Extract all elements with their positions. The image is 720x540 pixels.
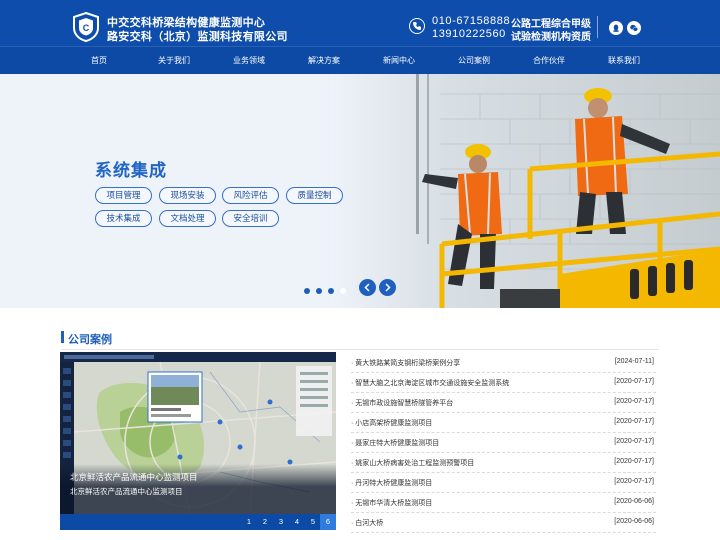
case-list-item-title: · 丹河特大桥健康监测项目 bbox=[351, 480, 433, 487]
header-divider bbox=[597, 16, 598, 38]
main-nav: 首页 关于我们 业务领域 解决方案 新闻中心 公司案例 合作伙伴 联系我们 bbox=[0, 46, 720, 74]
phone-number-mobile[interactable]: 13910222560 bbox=[432, 28, 506, 40]
case-list-item-date: [2020-06-06] bbox=[614, 498, 654, 505]
case-list-item-date: [2020-07-17] bbox=[614, 458, 654, 465]
case-page-1[interactable]: 1 bbox=[241, 514, 257, 530]
case-page-2[interactable]: 2 bbox=[257, 514, 273, 530]
case-list-item[interactable]: · 白河大桥 [2020-06-06] bbox=[351, 513, 656, 533]
nav-about[interactable]: 关于我们 bbox=[158, 55, 190, 66]
case-list-item-title: · 姚家山大桥病害处治工程监测预警项目 bbox=[351, 460, 475, 467]
hero-banner: 系统集成 项目管理 现场安装 风险评估 质量控制 技术集成 文档处理 安全培训 bbox=[0, 74, 720, 308]
case-list-item-title: · 聂家庄特大桥健康监测项目 bbox=[351, 440, 440, 447]
case-page-5[interactable]: 5 bbox=[305, 514, 321, 530]
workers-on-lift-image bbox=[330, 74, 720, 308]
case-list-item[interactable]: · 聂家庄特大桥健康监测项目 [2020-07-17] bbox=[351, 433, 656, 453]
case-page-6[interactable]: 6 bbox=[320, 514, 336, 530]
tag-safety-training[interactable]: 安全培训 bbox=[222, 210, 279, 227]
case-list-item[interactable]: · 无锡市政设施智慧桥隧管养平台 [2020-07-17] bbox=[351, 393, 656, 413]
case-list-item-date: [2020-07-17] bbox=[614, 398, 654, 405]
featured-case-title[interactable]: 北京鲜活农产品流通中心监测项目 bbox=[70, 471, 198, 483]
case-list-item[interactable]: · 智慧大脑之北京海淀区城市交通设施安全监测系统 [2020-07-17] bbox=[351, 373, 656, 393]
chevron-left-icon bbox=[364, 283, 370, 292]
case-list-item-date: [2020-07-17] bbox=[614, 418, 654, 425]
section-accent-bar bbox=[61, 331, 64, 343]
tag-project-management[interactable]: 项目管理 bbox=[95, 187, 152, 204]
tag-quality-control[interactable]: 质量控制 bbox=[286, 187, 343, 204]
case-pager: 1 2 3 4 5 6 bbox=[60, 514, 336, 530]
nav-news[interactable]: 新闻中心 bbox=[383, 55, 415, 66]
org-name-secondary: 路安交科（北京）监测科技有限公司 bbox=[107, 31, 288, 43]
qualification-line2: 试验检测机构资质 bbox=[511, 32, 591, 43]
case-list-item-date: [2024-07-11] bbox=[614, 358, 654, 365]
prev-slide-button[interactable] bbox=[359, 279, 376, 296]
case-page-3[interactable]: 3 bbox=[273, 514, 289, 530]
case-list-item[interactable]: · 姚家山大桥病害处治工程监测预警项目 [2020-07-17] bbox=[351, 453, 656, 473]
banner-title: 系统集成 bbox=[95, 161, 167, 180]
nav-partners[interactable]: 合作伙伴 bbox=[533, 55, 565, 66]
wechat-icon[interactable] bbox=[627, 21, 641, 35]
tag-document-processing[interactable]: 文档处理 bbox=[159, 210, 216, 227]
next-slide-button[interactable] bbox=[379, 279, 396, 296]
section-title-cases: 公司案例 bbox=[68, 334, 112, 346]
case-list-item-title: · 智慧大脑之北京海淀区城市交通设施安全监测系统 bbox=[351, 380, 510, 387]
featured-case[interactable]: 北京鲜活农产品流通中心监测项目 北京鲜活农产品流通中心监测项目 1 2 3 4 … bbox=[60, 352, 336, 530]
case-list-item-date: [2020-07-17] bbox=[614, 478, 654, 485]
featured-case-subtitle: 北京鲜活农产品流通中心监测项目 bbox=[70, 487, 183, 496]
slide-dot-3[interactable] bbox=[328, 288, 334, 294]
tag-risk-assessment[interactable]: 风险评估 bbox=[222, 187, 279, 204]
case-list-item-date: [2020-07-17] bbox=[614, 378, 654, 385]
slide-dot-2[interactable] bbox=[316, 288, 322, 294]
phone-icon bbox=[409, 18, 425, 34]
case-list-item[interactable]: · 小店高架桥健康监测项目 [2020-07-17] bbox=[351, 413, 656, 433]
case-list-item-title: · 小店高架桥健康监测项目 bbox=[351, 420, 433, 427]
chevron-right-icon bbox=[385, 283, 391, 292]
case-list-item-date: [2020-07-17] bbox=[614, 438, 654, 445]
nav-home[interactable]: 首页 bbox=[91, 55, 107, 66]
phone-number-landline[interactable]: 010-67158888 bbox=[432, 15, 510, 27]
slide-dot-1[interactable] bbox=[304, 288, 310, 294]
nav-solutions[interactable]: 解决方案 bbox=[308, 55, 340, 66]
nav-contact[interactable]: 联系我们 bbox=[608, 55, 640, 66]
case-list-item-title: · 黄大铁路某简支钢桁梁桥案例分享 bbox=[351, 360, 461, 367]
case-list-item-title: · 无锡市华清大桥监测项目 bbox=[351, 500, 433, 507]
case-list-item[interactable]: · 丹河特大桥健康监测项目 [2020-07-17] bbox=[351, 473, 656, 493]
case-list-item-title: · 无锡市政设施智慧桥隧管养平台 bbox=[351, 400, 454, 407]
nav-cases[interactable]: 公司案例 bbox=[458, 55, 490, 66]
slide-dot-4[interactable] bbox=[340, 288, 346, 294]
case-page-4[interactable]: 4 bbox=[289, 514, 305, 530]
tag-onsite-installation[interactable]: 现场安装 bbox=[159, 187, 216, 204]
shield-logo-icon[interactable]: C bbox=[73, 12, 99, 42]
qq-icon[interactable] bbox=[609, 21, 623, 35]
case-list-item-date: [2020-06-06] bbox=[614, 518, 654, 525]
case-list-item-title: · 白河大桥 bbox=[351, 520, 384, 527]
site-header: C 中交交科桥梁结构健康监测中心 路安交科（北京）监测科技有限公司 010-67… bbox=[0, 0, 720, 46]
svg-text:C: C bbox=[83, 23, 90, 33]
nav-business[interactable]: 业务领域 bbox=[233, 55, 265, 66]
case-list-item[interactable]: · 无锡市华清大桥监测项目 [2020-06-06] bbox=[351, 493, 656, 513]
tag-tech-integration[interactable]: 技术集成 bbox=[95, 210, 152, 227]
case-list-item[interactable]: · 黄大铁路某简支钢桁梁桥案例分享 [2024-07-11] bbox=[351, 353, 656, 373]
section-divider bbox=[61, 349, 659, 350]
